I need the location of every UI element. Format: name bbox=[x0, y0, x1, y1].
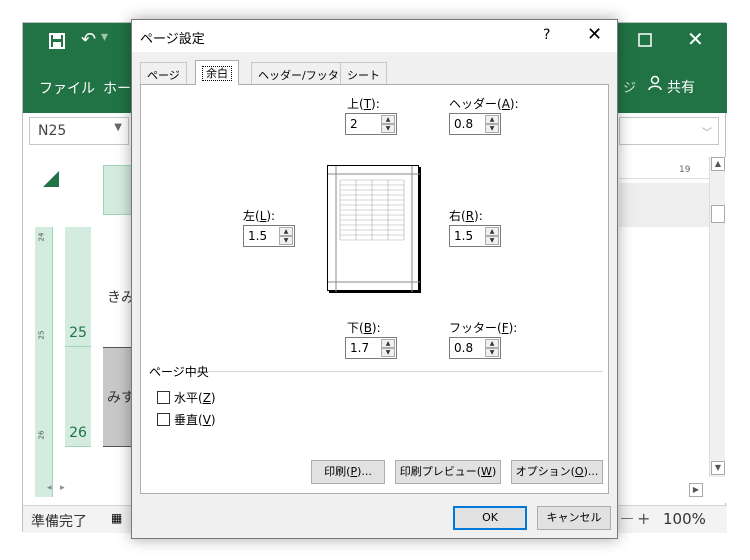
top-margin-label: 上(T): bbox=[347, 97, 380, 111]
save-icon[interactable] bbox=[49, 33, 65, 54]
right-margin-label: 右(R): bbox=[449, 209, 483, 223]
center-horizontally-label: 水平(Z) bbox=[174, 391, 216, 405]
select-all-icon[interactable] bbox=[43, 171, 59, 187]
header-margin-label: ヘッダー(A): bbox=[449, 97, 519, 111]
spin-up-icon[interactable]: ▲ bbox=[485, 339, 499, 348]
tab-file[interactable]: ファイル bbox=[39, 78, 95, 98]
checkbox-box[interactable] bbox=[157, 391, 170, 404]
tab-label: ヘッダー/フッター bbox=[258, 69, 350, 82]
spin-down-icon[interactable]: ▼ bbox=[485, 348, 499, 357]
ruler-tick: 26 bbox=[37, 430, 46, 440]
header-margin-input[interactable]: 0.8 ▲ ▼ bbox=[449, 113, 501, 135]
scroll-up-icon[interactable]: ▲ bbox=[711, 157, 725, 171]
name-box[interactable]: N25 ▼ bbox=[29, 117, 129, 145]
zoom-in-icon[interactable]: + bbox=[637, 509, 650, 528]
share-button[interactable]: 共有 bbox=[667, 77, 695, 97]
bottom-margin-label: 下(B): bbox=[347, 321, 381, 335]
zoom-level[interactable]: 100% bbox=[663, 510, 706, 528]
bottom-margin-value: 1.7 bbox=[350, 341, 370, 355]
status-ready: 準備完了 bbox=[31, 514, 87, 530]
tab-label: ページ bbox=[147, 69, 180, 82]
dialog-titlebar: ページ設定 ? ✕ bbox=[132, 20, 617, 52]
undo-dropdown-icon[interactable]: ▾ bbox=[101, 29, 108, 45]
macro-record-icon[interactable]: ▦ bbox=[111, 511, 122, 525]
spin-up-icon[interactable]: ▲ bbox=[485, 115, 499, 124]
tab-sheet[interactable]: シート bbox=[340, 62, 387, 84]
print-button[interactable]: 印刷(P)... bbox=[311, 460, 385, 484]
left-margin-input[interactable]: 1.5 ▲ ▼ bbox=[243, 225, 295, 247]
page-setup-dialog: ページ設定 ? ✕ ページ 余白 ヘッダー/フッター シート 上(T): 2 ▲… bbox=[131, 19, 618, 539]
sheet-nav-icon[interactable]: ◂ ▸ bbox=[47, 483, 65, 493]
page-preview bbox=[327, 165, 420, 292]
options-button[interactable]: オプション(O)... bbox=[511, 460, 603, 484]
spin-down-icon[interactable]: ▼ bbox=[279, 236, 293, 245]
spin-down-icon[interactable]: ▼ bbox=[485, 236, 499, 245]
formula-expand-icon[interactable]: ﹀ bbox=[702, 124, 712, 139]
spin-down-icon[interactable]: ▼ bbox=[381, 124, 395, 133]
right-margin-input[interactable]: 1.5 ▲ ▼ bbox=[449, 225, 501, 247]
ruler-tick: 19 bbox=[679, 165, 691, 175]
print-preview-button[interactable]: 印刷プレビュー(W) bbox=[395, 460, 501, 484]
center-on-page-label: ページ中央 bbox=[149, 365, 209, 379]
center-horizontally-checkbox[interactable]: 水平(Z) bbox=[157, 389, 216, 406]
scroll-right-icon[interactable]: ▶ bbox=[689, 483, 703, 497]
ok-button[interactable]: OK bbox=[453, 506, 527, 530]
center-vertically-label: 垂直(V) bbox=[174, 413, 216, 427]
name-box-value: N25 bbox=[38, 123, 67, 139]
vertical-scrollbar[interactable]: ▲ ▼ bbox=[709, 157, 725, 477]
tell-me-fragment: ジ bbox=[623, 81, 637, 96]
top-margin-input[interactable]: 2 ▲ ▼ bbox=[345, 113, 397, 135]
ruler-tick: 24 bbox=[37, 232, 46, 242]
spin-up-icon[interactable]: ▲ bbox=[381, 339, 395, 348]
tab-page[interactable]: ページ bbox=[140, 62, 187, 84]
dialog-title: ページ設定 bbox=[140, 32, 205, 47]
column-header-strip bbox=[619, 183, 713, 227]
right-margin-value: 1.5 bbox=[454, 229, 474, 243]
chevron-down-icon[interactable]: ▼ bbox=[114, 122, 122, 133]
maximize-icon[interactable] bbox=[638, 31, 652, 52]
spin-up-icon[interactable]: ▲ bbox=[485, 227, 499, 236]
left-margin-value: 1.5 bbox=[248, 229, 268, 243]
zoom-out-icon[interactable] bbox=[621, 518, 633, 519]
vertical-ruler: 24 25 26 bbox=[35, 227, 53, 497]
help-button[interactable]: ? bbox=[543, 27, 550, 43]
top-margin-value: 2 bbox=[350, 117, 358, 131]
margins-panel: 上(T): 2 ▲ ▼ ヘッダー(A): 0.8 ▲ ▼ 左(L): 1.5 ▲ ▼ … bbox=[140, 84, 609, 494]
spin-down-icon[interactable]: ▼ bbox=[381, 348, 395, 357]
scroll-thumb[interactable] bbox=[711, 205, 725, 223]
close-icon[interactable]: ✕ bbox=[587, 24, 602, 45]
tab-home[interactable]: ホー bbox=[103, 78, 131, 98]
cancel-button[interactable]: キャンセル bbox=[537, 506, 611, 530]
section-divider bbox=[207, 371, 603, 372]
checkbox-box[interactable] bbox=[157, 413, 170, 426]
footer-margin-value: 0.8 bbox=[454, 341, 474, 355]
column-header[interactable] bbox=[103, 165, 133, 215]
left-margin-label: 左(L): bbox=[243, 209, 276, 223]
user-icon[interactable] bbox=[647, 75, 663, 95]
bottom-margin-input[interactable]: 1.7 ▲ ▼ bbox=[345, 337, 397, 359]
ruler-tick: 25 bbox=[37, 330, 46, 340]
spin-up-icon[interactable]: ▲ bbox=[381, 115, 395, 124]
tab-margins[interactable]: 余白 bbox=[195, 60, 239, 85]
footer-margin-input[interactable]: 0.8 ▲ ▼ bbox=[449, 337, 501, 359]
center-vertically-checkbox[interactable]: 垂直(V) bbox=[157, 411, 216, 428]
header-margin-value: 0.8 bbox=[454, 117, 474, 131]
spin-down-icon[interactable]: ▼ bbox=[485, 124, 499, 133]
row-header-26[interactable]: 26 bbox=[65, 347, 91, 447]
undo-icon[interactable]: ↶ bbox=[81, 29, 96, 50]
tab-label: シート bbox=[347, 69, 380, 82]
horizontal-ruler: 19 bbox=[619, 157, 713, 179]
spin-up-icon[interactable]: ▲ bbox=[279, 227, 293, 236]
formula-bar[interactable]: ﹀ bbox=[619, 117, 719, 145]
tab-label: 余白 bbox=[202, 66, 232, 81]
page-preview-graphic bbox=[328, 166, 420, 292]
close-icon[interactable]: ✕ bbox=[687, 27, 704, 51]
footer-margin-label: フッター(F): bbox=[449, 321, 518, 335]
row-header-25[interactable]: 25 bbox=[65, 227, 91, 347]
scroll-down-icon[interactable]: ▼ bbox=[711, 461, 725, 475]
